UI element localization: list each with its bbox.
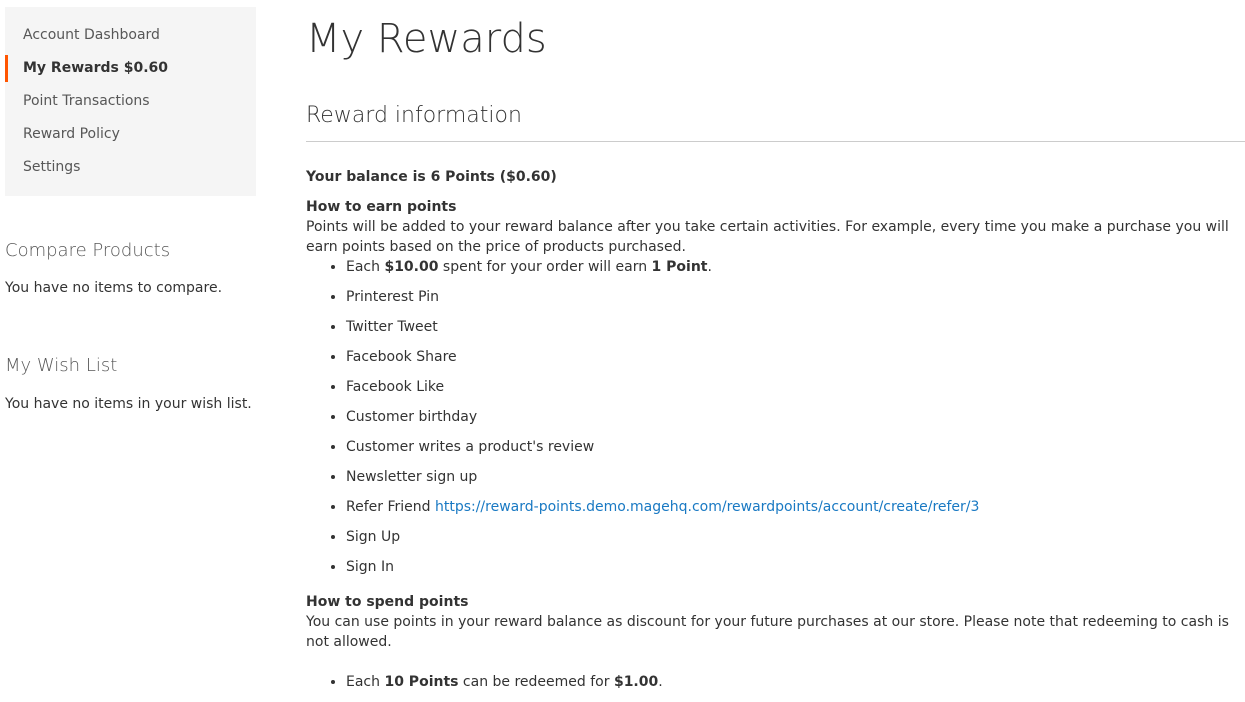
rule-text: Each [346, 674, 385, 690]
earn-points-description: Points will be added to your reward bala… [306, 219, 1229, 255]
rule-points: 1 Point [651, 259, 708, 275]
list-item: Customer birthday [346, 407, 1245, 437]
reward-info: Your balance is 6 Points ($0.60) How to … [306, 167, 1245, 702]
rule-text: . [707, 259, 712, 275]
spend-points-section: How to spend points You can use points i… [306, 592, 1245, 702]
account-sidebar: Account Dashboard My Rewards $0.60 Point… [5, 7, 256, 412]
earn-rules-list: Each $10.00 spent for your order will ea… [306, 257, 1245, 587]
nav-item-account-dashboard[interactable]: Account Dashboard [5, 19, 256, 52]
rule-amount: $10.00 [384, 259, 439, 275]
section-divider [306, 141, 1245, 142]
spend-rules-list: Each 10 Points can be redeemed for $1.00… [306, 672, 1245, 702]
compare-products-empty: You have no items to compare. [5, 280, 223, 296]
nav-item-reward-policy[interactable]: Reward Policy [5, 118, 256, 151]
rule-amount: $1.00 [613, 674, 659, 690]
list-item: Customer writes a product's review [346, 437, 1245, 467]
compare-products-title: Compare Products [5, 240, 171, 261]
wishlist-block: My Wish List You have no items in your w… [5, 355, 252, 412]
balance-text: Your balance is 6 Points ($0.60) [306, 169, 557, 185]
list-item: Newsletter sign up [346, 467, 1245, 497]
rule-text: spent for your order will earn [438, 259, 652, 275]
rule-text: Each [346, 259, 385, 275]
list-item: Sign In [346, 557, 1245, 587]
page-title: My Rewards [306, 16, 547, 62]
account-nav: Account Dashboard My Rewards $0.60 Point… [5, 7, 256, 196]
list-item: Refer Friend https://reward-points.demo.… [346, 497, 1245, 527]
nav-item-settings[interactable]: Settings [5, 151, 256, 184]
list-item: Facebook Share [346, 347, 1245, 377]
rule-text: can be redeemed for [458, 674, 614, 690]
earn-points-section: How to earn points Points will be added … [306, 197, 1245, 587]
list-item: Sign Up [346, 527, 1245, 557]
nav-item-my-rewards[interactable]: My Rewards $0.60 [5, 52, 256, 85]
rule-points: 10 Points [384, 674, 459, 690]
list-item: Facebook Like [346, 377, 1245, 407]
refer-friend-link[interactable]: https://reward-points.demo.magehq.com/re… [435, 499, 979, 515]
earn-points-heading: How to earn points [306, 199, 457, 215]
spend-points-description: You can use points in your reward balanc… [306, 614, 1229, 650]
refer-label: Refer Friend [346, 499, 435, 515]
nav-item-point-transactions[interactable]: Point Transactions [5, 85, 256, 118]
list-item: Each $10.00 spent for your order will ea… [346, 257, 1245, 287]
list-item: Printerest Pin [346, 287, 1245, 317]
spend-points-heading: How to spend points [306, 594, 469, 610]
rule-text: . [658, 674, 663, 690]
compare-products-block: Compare Products You have no items to co… [5, 240, 222, 296]
wishlist-empty: You have no items in your wish list. [5, 396, 252, 412]
list-item: Twitter Tweet [346, 317, 1245, 347]
wishlist-title: My Wish List [5, 355, 118, 376]
list-item: Each 10 Points can be redeemed for $1.00… [346, 672, 1245, 702]
section-title: Reward information [306, 103, 522, 128]
